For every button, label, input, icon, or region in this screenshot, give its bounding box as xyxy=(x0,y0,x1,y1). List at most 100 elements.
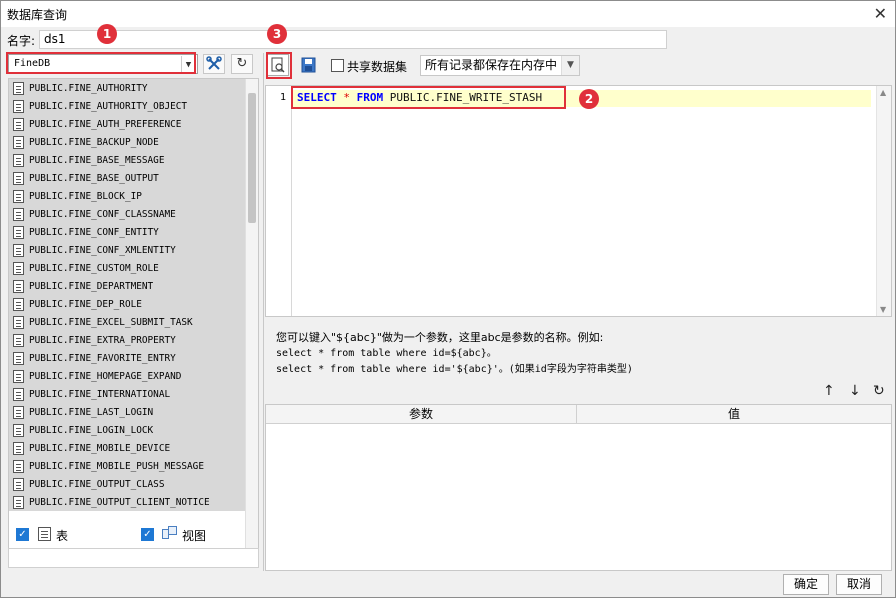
table-name: PUBLIC.FINE_OUTPUT_CLASS xyxy=(29,478,165,490)
table-list-item[interactable]: PUBLIC.FINE_BACKUP_NODE xyxy=(9,133,245,151)
table-list-item[interactable]: PUBLIC.FINE_EXCEL_SUBMIT_TASK xyxy=(9,313,245,331)
table-checkbox[interactable]: ✓ xyxy=(16,528,29,541)
save-icon[interactable] xyxy=(301,57,317,73)
table-list-item[interactable]: PUBLIC.FINE_AUTHORITY_OBJECT xyxy=(9,97,245,115)
table-icon xyxy=(13,261,24,275)
table-name: PUBLIC.FINE_AUTHORITY xyxy=(29,82,148,94)
table-list-item[interactable]: PUBLIC.FINE_EXTRA_PROPERTY xyxy=(9,331,245,349)
annotation-box-sql xyxy=(291,86,566,109)
connection-settings-button[interactable] xyxy=(203,54,225,74)
scroll-up-icon[interactable]: ▲ xyxy=(880,88,886,97)
chevron-down-icon: ▼ xyxy=(561,56,579,75)
move-down-icon[interactable]: ↓ xyxy=(849,383,861,399)
table-name: PUBLIC.FINE_HOMEPAGE_EXPAND xyxy=(29,370,182,382)
table-icon xyxy=(13,225,24,239)
object-filter: ✓ 表 ✓ 视图 xyxy=(16,525,256,547)
annotation-badge-3: 3 xyxy=(267,24,287,44)
annotation-box-preview xyxy=(266,52,292,79)
annotation-badge-1: 1 xyxy=(97,24,117,44)
table-icon xyxy=(13,441,24,455)
table-search-input[interactable] xyxy=(8,548,259,568)
refresh-icon: ↻ xyxy=(236,56,248,71)
sql-editor[interactable]: 1 SELECT * FROM PUBLIC.FINE_WRITE_STASH … xyxy=(265,85,892,317)
hint-line-3: select * from table where id='${abc}'。(如… xyxy=(276,364,633,375)
left-panel: FineDB ▼ ↻ PUBLIC.FINE_AUTHORITY PUBLIC.F… xyxy=(6,53,262,571)
table-list-item[interactable]: PUBLIC.FINE_BASE_OUTPUT xyxy=(9,169,245,187)
table-name: PUBLIC.FINE_LAST_LOGIN xyxy=(29,406,154,418)
view-checkbox[interactable]: ✓ xyxy=(141,528,154,541)
dialog-buttons: 确定 取消 xyxy=(1,571,895,597)
table-icon xyxy=(13,279,24,293)
table-list-item[interactable]: PUBLIC.FINE_DEP_ROLE xyxy=(9,295,245,313)
move-up-icon[interactable]: ↑ xyxy=(823,383,835,399)
hint-line-2: select * from table where id=${abc}。 xyxy=(276,348,497,359)
table-icon xyxy=(13,333,24,347)
table-list-item[interactable]: PUBLIC.FINE_OUTPUT_CLASS xyxy=(9,475,245,493)
table-name: PUBLIC.FINE_EXCEL_SUBMIT_TASK xyxy=(29,316,193,328)
table-list-item[interactable]: PUBLIC.FINE_LOGIN_LOCK xyxy=(9,421,245,439)
name-input[interactable]: ds1 xyxy=(39,30,667,49)
table-name: PUBLIC.FINE_BASE_MESSAGE xyxy=(29,154,165,166)
table-name: PUBLIC.FINE_MOBILE_PUSH_MESSAGE xyxy=(29,460,204,472)
table-icon xyxy=(13,315,24,329)
storage-mode-select[interactable]: 所有记录都保存在内存中 ▼ xyxy=(420,55,580,76)
table-list-item[interactable]: PUBLIC.FINE_AUTH_PREFERENCE xyxy=(9,115,245,133)
table-icon xyxy=(13,81,24,95)
table-name: PUBLIC.FINE_OUTPUT_CLIENT_NOTICE xyxy=(29,496,210,508)
panel-divider[interactable] xyxy=(263,53,264,571)
scroll-thumb[interactable] xyxy=(248,93,256,223)
view-filter-label: 视图 xyxy=(182,529,207,543)
refresh-connection-button[interactable]: ↻ xyxy=(231,54,253,74)
table-name: PUBLIC.FINE_AUTH_PREFERENCE xyxy=(29,118,182,130)
table-icon xyxy=(13,117,24,131)
table-name: PUBLIC.FINE_CONF_XMLENTITY xyxy=(29,244,176,256)
parameter-table-header: 参数 值 xyxy=(266,405,891,424)
scroll-down-icon[interactable]: ▼ xyxy=(880,305,886,314)
table-icon xyxy=(13,171,24,185)
name-label: 名字: xyxy=(7,34,36,48)
param-column-header: 参数 xyxy=(266,405,577,423)
table-icon xyxy=(13,351,24,365)
table-name: PUBLIC.FINE_DEP_ROLE xyxy=(29,298,142,310)
table-list-item[interactable]: PUBLIC.FINE_INTERNATIONAL xyxy=(9,385,245,403)
table-list-item[interactable]: PUBLIC.FINE_FAVORITE_ENTRY xyxy=(9,349,245,367)
editor-scrollbar[interactable]: ▲ ▼ xyxy=(876,86,891,316)
table-list-item[interactable]: PUBLIC.FINE_CONF_ENTITY xyxy=(9,223,245,241)
parameter-hint: 您可以键入"${abc}"做为一个参数，这里abc是参数的名称。例如: sele… xyxy=(276,330,633,378)
title-bar: 数据库查询 ✕ xyxy=(1,1,895,27)
ok-button[interactable]: 确定 xyxy=(783,574,829,595)
table-filter-label: 表 xyxy=(56,529,69,543)
table-icon xyxy=(13,297,24,311)
table-icon xyxy=(13,423,24,437)
table-name: PUBLIC.FINE_BASE_OUTPUT xyxy=(29,172,159,184)
table-list-item[interactable]: PUBLIC.FINE_BLOCK_IP xyxy=(9,187,245,205)
cancel-button[interactable]: 取消 xyxy=(836,574,882,595)
table-list-scrollbar[interactable] xyxy=(245,79,258,565)
table-list-item[interactable]: PUBLIC.FINE_CONF_XMLENTITY xyxy=(9,241,245,259)
table-list-item[interactable]: PUBLIC.FINE_HOMEPAGE_EXPAND xyxy=(9,367,245,385)
annotation-box-connection xyxy=(6,52,196,74)
table-icon xyxy=(13,405,24,419)
table-name: PUBLIC.FINE_BACKUP_NODE xyxy=(29,136,159,148)
tools-icon xyxy=(206,56,222,70)
table-list-item[interactable]: PUBLIC.FINE_CUSTOM_ROLE xyxy=(9,259,245,277)
table-list-item[interactable]: PUBLIC.FINE_CONF_CLASSNAME xyxy=(9,205,245,223)
table-list-item[interactable]: PUBLIC.FINE_MOBILE_PUSH_MESSAGE xyxy=(9,457,245,475)
table-name: PUBLIC.FINE_LOGIN_LOCK xyxy=(29,424,154,436)
refresh-params-icon[interactable]: ↻ xyxy=(873,383,885,399)
table-name: PUBLIC.FINE_AUTHORITY_OBJECT xyxy=(29,100,188,112)
table-icon xyxy=(38,527,51,541)
table-icon xyxy=(13,477,24,491)
table-list-item[interactable]: PUBLIC.FINE_OUTPUT_CLIENT_NOTICE xyxy=(9,493,245,511)
close-icon[interactable]: ✕ xyxy=(874,4,887,23)
table-list-item[interactable]: PUBLIC.FINE_BASE_MESSAGE xyxy=(9,151,245,169)
share-dataset-label: 共享数据集 xyxy=(347,60,408,74)
table-list-item[interactable]: PUBLIC.FINE_AUTHORITY xyxy=(9,79,245,97)
value-column-header: 值 xyxy=(727,407,740,421)
table-list-item[interactable]: PUBLIC.FINE_DEPARTMENT xyxy=(9,277,245,295)
table-list-item[interactable]: PUBLIC.FINE_LAST_LOGIN xyxy=(9,403,245,421)
table-icon xyxy=(13,135,24,149)
table-list-item[interactable]: PUBLIC.FINE_MOBILE_DEVICE xyxy=(9,439,245,457)
share-dataset-checkbox[interactable] xyxy=(331,59,344,72)
table-name: PUBLIC.FINE_DEPARTMENT xyxy=(29,280,154,292)
